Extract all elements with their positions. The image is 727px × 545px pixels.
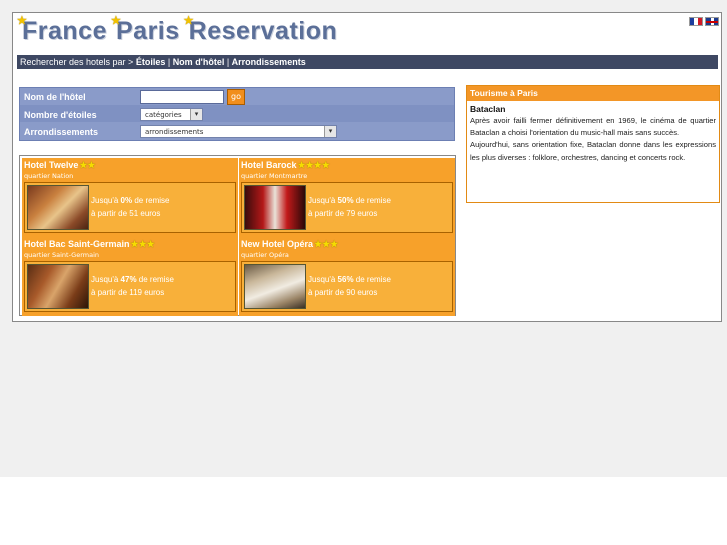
hotel-stars: ★★★ <box>130 239 155 249</box>
hotel-quarter: quartier Nation <box>24 172 74 180</box>
language-switcher <box>689 17 719 26</box>
hotel-card[interactable]: New Hotel Opéra★★★ quartier Opéra Jusqu'… <box>239 237 455 316</box>
stars-label: Nombre d'étoiles <box>24 109 97 120</box>
hotel-card[interactable]: Hotel Twelve★★ quartier Nation Jusqu'à 0… <box>22 158 238 237</box>
search-by-nav: Rechercher des hotels par > Étoiles | No… <box>17 55 718 69</box>
featured-hotels-grid: Hotel Twelve★★ quartier Nation Jusqu'à 0… <box>19 155 456 316</box>
hotel-quarter: quartier Saint-Germain <box>24 251 99 259</box>
hotel-stars: ★★★ <box>314 239 339 249</box>
hotel-photo[interactable] <box>27 264 89 309</box>
search-row-stars: Nombre d'étoiles catégories ▾ <box>22 107 203 122</box>
hotel-card[interactable]: Hotel Barock★★★★ quartier Montmartre Jus… <box>239 158 455 237</box>
stars-select[interactable]: catégories ▾ <box>140 108 203 121</box>
district-label: Arrondissements <box>24 126 99 137</box>
hotel-quarter: quartier Opéra <box>241 251 289 259</box>
page-frame: ★ France ★ Paris ★ Reservation Rechercher d… <box>12 12 722 322</box>
hotel-quarter: quartier Montmartre <box>241 172 308 180</box>
hotel-name-input[interactable] <box>140 89 224 104</box>
logo-word-reservation: ★ Reservation <box>183 15 338 45</box>
hotel-offer: Jusqu'à 56% de remise à partir de 90 euro… <box>241 261 453 312</box>
go-button[interactable]: go <box>227 88 245 105</box>
hotel-photo[interactable] <box>244 264 306 309</box>
hotel-name[interactable]: Hotel Barock★★★★ <box>241 160 330 171</box>
hotel-offer: Jusqu'à 50% de remise à partir de 79 euro… <box>241 182 453 233</box>
hotel-name[interactable]: Hotel Twelve★★ <box>24 160 96 171</box>
logo-word-france: ★ France <box>17 15 107 45</box>
hotel-deal: Jusqu'à 56% de remise à partir de 90 euro… <box>308 275 391 297</box>
hotel-deal: Jusqu'à 47% de remise à partir de 119 eur… <box>91 275 174 297</box>
nav-separator: | <box>165 57 173 67</box>
hotel-offer: Jusqu'à 47% de remise à partir de 119 eur… <box>24 261 236 312</box>
district-selected-value: arrondissements <box>145 127 204 136</box>
hotel-stars: ★★★★ <box>297 160 330 170</box>
hotel-photo[interactable] <box>27 185 89 230</box>
district-select[interactable]: arrondissements ▾ <box>140 125 337 138</box>
hotel-photo[interactable] <box>244 185 306 230</box>
hotel-name[interactable]: New Hotel Opéra★★★ <box>241 239 338 250</box>
hotel-name-label: Nom de l'hôtel <box>24 91 86 102</box>
hotel-offer: Jusqu'à 0% de remise à partir de 51 euros <box>24 182 236 233</box>
nav-separator: | <box>224 57 232 67</box>
nav-link-stars[interactable]: Étoiles <box>136 57 166 67</box>
site-logo[interactable]: ★ France ★ Paris ★ Reservation <box>17 15 338 51</box>
search-row-district: Arrondissements arrondissements ▾ <box>22 124 337 139</box>
tourism-panel: Tourisme à Paris Bataclan Après avoir fa… <box>466 85 720 203</box>
hotel-stars: ★★ <box>79 160 96 170</box>
hotel-name[interactable]: Hotel Bac Saint-Germain★★★ <box>24 239 155 250</box>
dropdown-arrow-icon: ▾ <box>190 109 202 120</box>
star-icon: ★ <box>183 15 195 27</box>
hotel-search-form: Nom de l'hôtel go Nombre d'étoiles catég… <box>19 87 455 141</box>
nav-link-hotel-name[interactable]: Nom d'hôtel <box>173 57 225 67</box>
nav-link-districts[interactable]: Arrondissements <box>232 57 306 67</box>
tourism-paragraph: Après avoir failli fermer définitivement… <box>470 116 716 138</box>
uk-flag-icon[interactable] <box>705 17 719 26</box>
tourism-paragraph: Aujourd'hui, sans orientation fixe, Bata… <box>470 140 716 162</box>
logo-word-paris: ★ Paris <box>110 15 180 45</box>
fr-flag-icon[interactable] <box>689 17 703 26</box>
nav-prefix: Rechercher des hotels par > <box>20 57 136 67</box>
dropdown-arrow-icon: ▾ <box>324 126 336 137</box>
hotel-deal: Jusqu'à 50% de remise à partir de 79 euro… <box>308 196 391 218</box>
star-icon: ★ <box>110 15 122 27</box>
hotel-card[interactable]: Hotel Bac Saint-Germain★★★ quartier Sain… <box>22 237 238 316</box>
tourism-title: Bataclan <box>470 104 506 114</box>
hotel-deal: Jusqu'à 0% de remise à partir de 51 euros <box>91 196 170 218</box>
tourism-heading: Tourisme à Paris <box>467 86 719 101</box>
stars-selected-value: catégories <box>145 110 182 119</box>
star-icon: ★ <box>17 15 28 27</box>
search-row-name: Nom de l'hôtel go <box>22 88 245 105</box>
